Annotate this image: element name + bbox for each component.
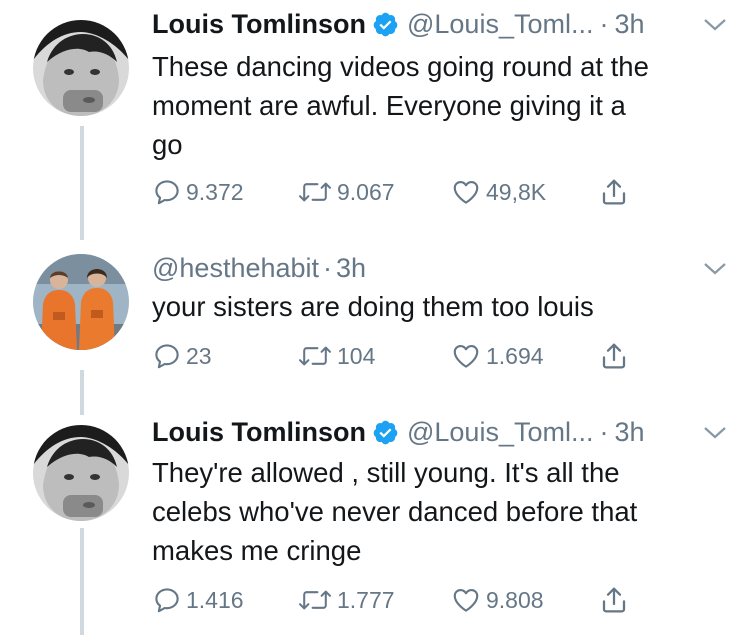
share-button[interactable] [598,174,634,210]
like-count: 9.808 [486,586,544,613]
reply-button[interactable]: 23 [152,338,212,374]
retweet-button[interactable]: 9.067 [297,174,395,210]
like-button[interactable]: 1.694 [450,338,544,374]
retweet-count: 9.067 [337,178,395,205]
retweet-count: 104 [337,342,376,369]
share-button[interactable] [598,338,634,374]
retweet-icon [298,590,332,610]
separator-dot: · [599,416,609,447]
reply-count: 23 [186,342,212,369]
share-icon [602,587,626,613]
timestamp[interactable]: 3h [336,253,366,284]
avatar[interactable] [33,20,129,116]
reply-icon [155,588,179,613]
chevron-down-icon[interactable] [702,256,728,278]
share-icon [602,179,626,205]
share-button[interactable] [598,582,634,618]
tweet[interactable]: Louis Tomlinson @Louis_Toml... · 3h Thes… [0,0,750,230]
verified-badge-icon [372,419,399,446]
tweet-text-line: makes me cringe [152,535,362,566]
tweet-header: Louis Tomlinson @Louis_Toml... · 3h [152,414,728,450]
tweet-text: They're allowed , still young. It's all … [152,453,732,570]
like-button[interactable]: 49,8K [450,174,546,210]
like-icon [453,180,479,204]
display-name[interactable]: Louis Tomlinson [152,9,366,40]
reply-button[interactable]: 1.416 [152,582,244,618]
separator-dot: · [323,252,333,283]
reply-icon [155,180,179,205]
like-icon [453,344,479,368]
like-button[interactable]: 9.808 [450,582,544,618]
tweet-header: @hesthehabit · 3h [152,250,728,286]
tweet-text-line: These dancing videos going round at the [152,51,649,82]
reply-icon [155,344,179,369]
user-handle[interactable]: @hesthehabit [152,253,319,284]
tweet[interactable]: @hesthehabit · 3h your sisters are doing… [0,240,750,400]
like-count: 49,8K [486,178,547,205]
avatar[interactable] [33,425,129,521]
tweet-text-line: go [152,129,183,160]
chevron-down-icon[interactable] [702,420,728,442]
reply-button[interactable]: 9.372 [152,174,244,210]
action-bar: 23 104 1.694 [152,338,652,374]
user-handle[interactable]: @Louis_Toml... [407,9,593,40]
display-name[interactable]: Louis Tomlinson [152,417,366,448]
tweet-text-line: your sisters are doing them too louis [152,291,594,322]
tweet-text-line: moment are awful. Everyone giving it a [152,90,626,121]
tweet-text-line: celebs who've never danced before that [152,496,638,527]
action-bar: 1.416 1.777 9.808 [152,582,652,618]
tweet-text: your sisters are doing them too louis [152,287,732,326]
user-handle[interactable]: @Louis_Toml... [407,417,593,448]
action-bar: 9.372 9.067 49,8K [152,174,652,210]
tweet-text-line: They're allowed , still young. It's all … [152,457,620,488]
timestamp[interactable]: 3h [614,417,644,448]
retweet-button[interactable]: 1.777 [297,582,395,618]
avatar[interactable] [33,254,129,350]
retweet-icon [298,346,332,366]
retweet-icon [298,182,332,202]
reply-count: 1.416 [186,586,244,613]
retweet-button[interactable]: 104 [297,338,375,374]
share-icon [602,343,626,369]
verified-badge-icon [372,11,399,38]
reply-count: 9.372 [186,178,244,205]
retweet-count: 1.777 [337,586,395,613]
chevron-down-icon[interactable] [702,12,728,34]
separator-dot: · [599,8,609,39]
tweet-header: Louis Tomlinson @Louis_Toml... · 3h [152,6,728,42]
tweet-text: These dancing videos going round at the … [152,47,732,164]
like-icon [453,588,479,612]
tweet[interactable]: Louis Tomlinson @Louis_Toml... · 3h They… [0,406,750,635]
timestamp[interactable]: 3h [614,9,644,40]
like-count: 1.694 [486,342,544,369]
